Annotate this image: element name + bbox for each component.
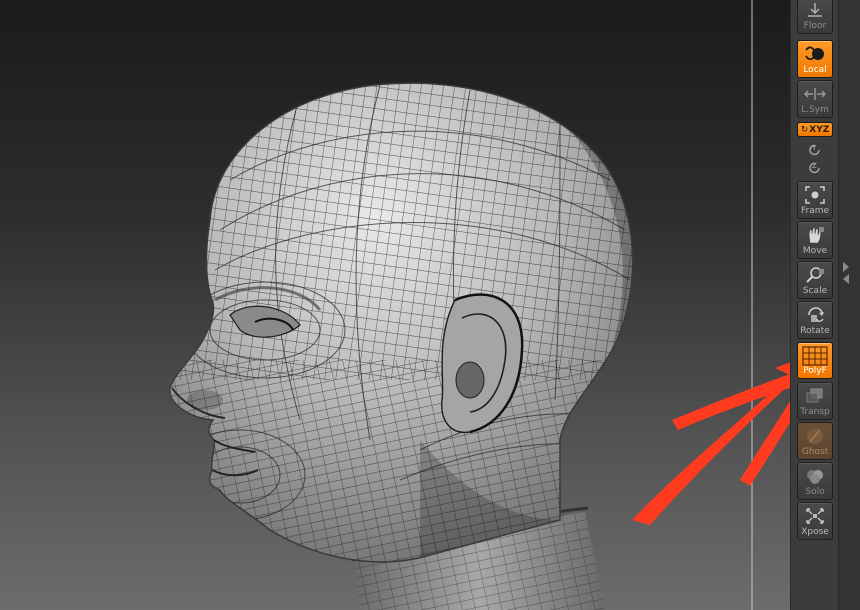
move-button[interactable]: Move <box>797 221 833 259</box>
ghost-button[interactable]: Ghost <box>797 422 833 460</box>
frame-label: Frame <box>800 206 830 216</box>
solo-label: Solo <box>805 487 825 497</box>
local-icon <box>798 44 832 64</box>
transp-button[interactable]: Transp <box>797 382 833 420</box>
solo-button[interactable]: Solo <box>797 462 833 500</box>
polyframe-grid-icon <box>798 346 832 366</box>
lsym-icon <box>798 84 832 104</box>
solo-icon <box>798 466 832 486</box>
rotate-icon <box>798 305 832 325</box>
xpose-label: Xpose <box>801 527 829 537</box>
scale-magnifier-icon <box>798 265 832 285</box>
lsym-button[interactable]: L.Sym <box>797 80 833 118</box>
chevron-right-icon <box>843 262 849 272</box>
floor-label: Floor <box>803 21 827 31</box>
rotate-y-label: Y <box>812 144 817 152</box>
head-model[interactable] <box>0 0 790 610</box>
rotate-button[interactable]: Rotate <box>797 301 833 339</box>
move-hand-icon <box>798 225 832 245</box>
rotate-z-button[interactable]: Z <box>808 160 822 174</box>
move-label: Move <box>802 246 828 256</box>
ghost-label: Ghost <box>801 447 829 457</box>
red-arrow-icon <box>632 362 790 525</box>
transparency-icon <box>798 386 832 406</box>
local-label: Local <box>803 65 827 75</box>
floor-icon <box>798 0 832 20</box>
xpose-icon <box>798 506 832 526</box>
floor-button[interactable]: Floor <box>797 0 833 34</box>
chevron-left-icon <box>843 274 849 284</box>
ghost-icon <box>798 426 832 446</box>
rotate-label: Rotate <box>800 326 830 336</box>
frame-button[interactable]: Frame <box>797 181 833 219</box>
scale-label: Scale <box>802 286 828 296</box>
xpose-button[interactable]: Xpose <box>797 502 833 540</box>
viewport-canvas[interactable] <box>0 0 790 610</box>
scale-button[interactable]: Scale <box>797 261 833 299</box>
lsym-label: L.Sym <box>801 105 829 115</box>
transp-label: Transp <box>800 407 830 417</box>
right-shelf: Floor Local L.Sym ↻ XYZ Y Z Frame Move S… <box>790 0 839 610</box>
frame-icon <box>798 185 832 205</box>
rotate-y-button[interactable]: Y <box>808 142 822 156</box>
polyf-button[interactable]: PolyF <box>797 342 833 379</box>
shelf-scrollbar[interactable] <box>838 0 860 610</box>
polyf-label: PolyF <box>803 366 827 376</box>
scroll-handle[interactable] <box>842 262 850 284</box>
rotate-xyz-button[interactable]: ↻ XYZ <box>797 122 833 137</box>
rotate-xyz-label: XYZ <box>809 124 830 135</box>
local-button[interactable]: Local <box>797 40 833 78</box>
rotate-z-label: Z <box>812 162 817 170</box>
rotate-xyz-icon: ↻ <box>800 124 809 135</box>
